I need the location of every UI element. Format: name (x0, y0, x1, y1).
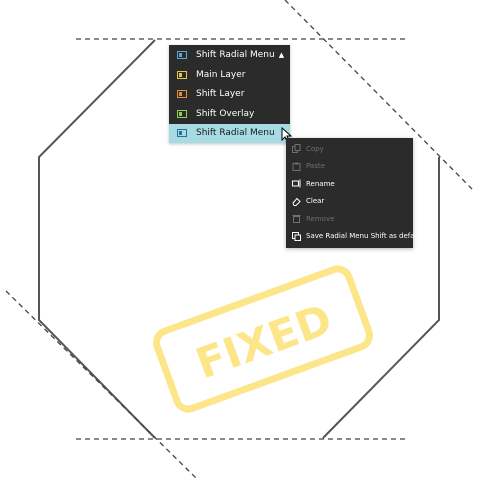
rename-icon (292, 179, 301, 188)
layer-radial-icon (177, 51, 187, 59)
save-default-icon (292, 231, 301, 241)
menu-item-label: Clear (306, 197, 325, 206)
layer-item-label: Shift Overlay (196, 108, 255, 119)
menu-item-save-default[interactable]: Save Radial Menu Shift as default (286, 228, 424, 246)
trash-icon (292, 215, 301, 224)
layer-overlay-icon (177, 109, 187, 118)
menu-item-copy[interactable]: Copy (286, 140, 413, 158)
menu-item-label: Rename (306, 179, 335, 188)
fixed-stamp: FIXED (153, 265, 373, 413)
menu-item-label: Remove (306, 214, 335, 223)
menu-item-label: Copy (306, 144, 324, 153)
octagon-outline (38, 39, 156, 439)
menu-item-label: Paste (306, 162, 325, 171)
layer-item-shift[interactable]: Shift Layer (169, 85, 290, 105)
layer-item-label: Shift Layer (196, 89, 245, 100)
copy-icon (292, 144, 301, 154)
layer-dropdown: Shift Radial Menu ▲ Main Layer Shift Lay… (169, 45, 290, 143)
layer-item-main[interactable]: Main Layer (169, 65, 290, 85)
layer-item-label: Shift Radial Menu (196, 128, 275, 139)
eraser-icon (292, 197, 301, 206)
layer-item-overlay[interactable]: Shift Overlay (169, 104, 290, 124)
chevron-up-icon[interactable]: ▲ (279, 51, 284, 59)
layer-main-icon (177, 70, 187, 79)
menu-item-label: Save Radial Menu Shift as default (306, 232, 424, 241)
stamp-text: FIXED (190, 294, 339, 388)
layer-item-label: Main Layer (196, 69, 246, 80)
menu-item-paste[interactable]: Paste (286, 158, 413, 176)
layer-radial-icon (177, 129, 187, 138)
layer-context-menu: Copy Paste Rename Clear Remove Save Radi… (286, 138, 424, 248)
menu-item-rename[interactable]: Rename (286, 175, 413, 193)
selected-layer-label: Shift Radial Menu (196, 50, 275, 60)
paste-icon (292, 162, 301, 171)
menu-item-remove[interactable]: Remove (286, 210, 413, 228)
layer-dropdown-header[interactable]: Shift Radial Menu ▲ (169, 45, 290, 65)
menu-item-clear[interactable]: Clear (286, 193, 413, 211)
layer-shift-icon (177, 90, 187, 99)
layer-item-radial-menu[interactable]: Shift Radial Menu (169, 123, 290, 143)
